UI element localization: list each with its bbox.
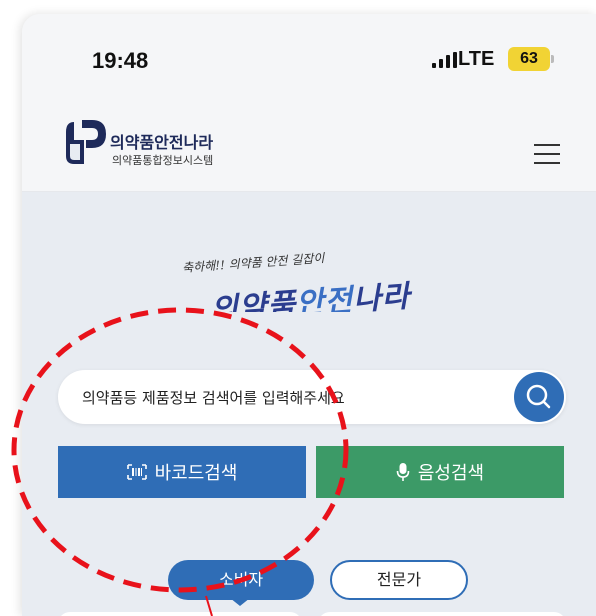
logo-icon[interactable]: [62, 116, 110, 168]
barcode-icon: [126, 464, 147, 480]
brand-title: 의약품안전나라: [110, 133, 214, 152]
network-label: LTE: [458, 48, 495, 70]
battery-tip: [551, 55, 554, 63]
tab-pointer: [230, 598, 250, 606]
search-input[interactable]: 의약품등 제품정보 검색어를 입력해주세요: [58, 370, 566, 424]
search-placeholder: 의약품등 제품정보 검색어를 입력해주세요: [82, 389, 345, 407]
voice-search-button[interactable]: 음성검색: [316, 446, 564, 498]
status-time: 19:48: [92, 48, 149, 73]
tab-professional[interactable]: 전문가: [330, 560, 468, 600]
phone-screen: 19:48 LTE 63 의약품안전나라 의약품통합정보시스템 축하해!! 의약…: [22, 14, 596, 616]
barcode-search-label: 바코드검색: [154, 463, 238, 484]
microphone-icon: [396, 463, 410, 481]
content-card-left[interactable]: [58, 612, 302, 616]
search-button[interactable]: [514, 372, 564, 422]
content-card-right[interactable]: [318, 612, 566, 616]
voice-search-label: 음성검색: [417, 463, 485, 484]
slogan-small: 축하해!! 의약품 안전 길잡이: [181, 251, 325, 275]
battery-icon: 63: [508, 47, 550, 71]
search-section: 의약품등 제품정보 검색어를 입력해주세요 바코드검색 음성검색: [22, 312, 596, 512]
search-icon: [526, 384, 551, 409]
hamburger-icon[interactable]: [534, 144, 560, 164]
user-type-tabs: 소비자 전문가: [22, 512, 596, 616]
tab-consumer[interactable]: 소비자: [168, 560, 314, 600]
brand-subtitle: 의약품통합정보시스템: [112, 154, 214, 167]
signal-icon: [432, 52, 457, 68]
hero-banner: 축하해!! 의약품 안전 길잡이 의약품안전나라: [22, 192, 596, 328]
barcode-search-button[interactable]: 바코드검색: [58, 446, 306, 498]
app-header: 의약품안전나라 의약품통합정보시스템: [22, 92, 596, 192]
status-bar: 19:48 LTE 63: [22, 14, 596, 92]
